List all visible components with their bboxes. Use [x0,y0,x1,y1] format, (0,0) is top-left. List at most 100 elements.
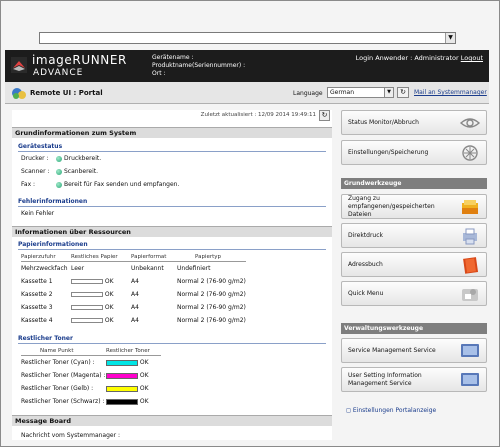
status-monitor-label: Status Monitor/Abbruch [348,118,419,126]
paper-type: Normal 2 (76-90 g/m2) [177,317,246,324]
paper-format: A4 [131,278,139,285]
settings-label: Einstellungen/Speicherung [348,148,429,156]
paper-info-title: Papierinformationen [18,241,88,248]
toner-level: OK [106,372,149,379]
quick-menu-label: Quick Menu [348,289,384,297]
paper-remaining: OK [71,278,114,285]
paper-format: A4 [131,317,139,324]
divider [18,206,326,207]
paper-type: Normal 2 (76-90 g/m2) [177,304,246,311]
message-label: Nachricht vom Systemmanager : [21,432,121,439]
paper-source: Kassette 3 [21,304,53,311]
divider [18,343,326,344]
device-status-title: Gerätestatus [18,143,63,150]
status-monitor-button[interactable]: Status Monitor/Abbruch [341,110,487,135]
divider [18,249,326,250]
monitor-icon [461,344,479,357]
paper-source: Mehrzweckfach [21,265,68,272]
error-info-value: Kein Fehler [21,210,55,217]
portal-toolbar: Remote UI : Portal Language German ▼ ↻ M… [5,82,489,104]
user-setting-button[interactable]: User Setting Information Management Serv… [341,367,487,392]
language-label: Language [293,90,323,97]
settings-button[interactable]: Einstellungen/Speicherung [341,140,487,165]
paper-level-bar [71,292,103,297]
printer-icon [463,228,477,245]
status-ok-icon [56,168,62,175]
address-book-icon [463,257,479,274]
product-name-label: Produktname(Seriennummer) : [152,62,246,69]
table-divider [21,261,246,262]
paper-remaining: OK [71,304,114,311]
user-setting-label: User Setting Information Management Serv… [348,371,422,387]
paper-format: A4 [131,291,139,298]
section-resources: Informationen über Ressourcen [12,226,332,237]
service-management-button[interactable]: Service Management Service [341,338,487,363]
chevron-down-icon[interactable]: ▼ [384,88,393,97]
main-content: Zuletzt aktualisiert : 12/09 2014 19:49:… [12,110,332,440]
divider [18,151,326,152]
eye-icon [459,118,481,128]
toner-bar-magenta [106,372,138,379]
logout-link[interactable]: Logout [461,54,483,62]
section-message-board: Message Board [12,415,332,426]
status-value-fax: Bereit für Fax senden und empfangen. [56,181,179,188]
paper-source: Kassette 2 [21,291,53,298]
gear-icon [462,145,478,161]
paper-header-remaining: Restliches Papier [71,254,118,260]
brand-name: imageRUNNER [32,53,127,67]
service-management-label: Service Management Service [348,346,436,354]
toner-name: Restlicher Toner (Cyan) : [21,359,95,366]
toner-name: Restlicher Toner (Magenta) : [21,372,106,379]
portal-icon [12,88,26,99]
monitor-icon [461,373,479,386]
direct-print-label: Direktdruck [348,231,383,239]
paper-source: Kassette 1 [21,278,53,285]
access-files-button[interactable]: Zugang zu empfangenen/gespeicherten Date… [341,194,487,219]
mail-admin-link[interactable]: Mail an Systemmanager [414,89,487,96]
language-select[interactable]: German ▼ [327,87,394,98]
app-header: imageRUNNER ADVANCE Gerätename : Produkt… [5,50,489,82]
device-info: Gerätename : Produktname(Seriennummer) :… [152,54,245,78]
quick-menu-button[interactable]: Quick Menu [341,281,487,306]
toner-level: OK [106,398,149,405]
error-info-title: Fehlerinformationen [18,198,88,205]
admin-tools-header: Verwaltungswerkzeuge [341,323,487,334]
paper-level-bar [71,318,103,323]
toner-name: Restlicher Toner (Schwarz) : [21,398,105,405]
portal-settings-link[interactable]: ◻ Einstellungen Portalanzeige [346,407,436,414]
table-divider [21,355,161,356]
paper-remaining: Leer [71,265,85,272]
access-files-label: Zugang zu empfangenen/gespeicherten Date… [348,194,435,218]
device-name-label: Gerätename : [152,54,194,61]
status-label-printer: Drucker : [21,155,49,162]
paper-remaining: OK [71,317,114,324]
folder-icon [462,200,478,214]
toner-header-name: Name Punkt [40,348,74,354]
paper-level-bar [71,305,103,310]
paper-header-type: Papiertyp [195,254,222,260]
address-book-button[interactable]: Adressbuch [341,252,487,277]
toner-name: Restlicher Toner (Gelb) : [21,385,94,392]
login-info: Login Anwender : Administrator Logout [356,54,483,62]
page-title: Remote UI : Portal [30,89,103,97]
status-value-scanner: Scanbereit. [56,168,98,175]
paper-header-source: Papierzufuhr [21,254,56,260]
address-bar[interactable]: ▼ [39,32,456,44]
paper-type: Normal 2 (76-90 g/m2) [177,291,246,298]
portal-settings-label: Einstellungen Portalanzeige [352,407,437,414]
direct-print-button[interactable]: Direktdruck [341,223,487,248]
refresh-button[interactable]: ↻ [319,110,330,121]
last-updated: Zuletzt aktualisiert : 12/09 2014 19:49:… [200,112,316,118]
status-value-printer: Druckbereit. [56,155,101,162]
location-label: Ort : [152,70,166,77]
address-book-label: Adressbuch [348,260,383,268]
toner-bar-yellow [106,385,138,392]
address-dropdown-icon[interactable]: ▼ [445,33,455,43]
toner-level: OK [106,359,149,366]
language-value: German [330,89,355,96]
brand-subname: ADVANCE [33,68,84,78]
status-label-fax: Fax : [21,181,36,188]
paper-level-bar [71,279,103,284]
language-apply-button[interactable]: ↻ [397,87,409,98]
paper-source: Kassette 4 [21,317,53,324]
